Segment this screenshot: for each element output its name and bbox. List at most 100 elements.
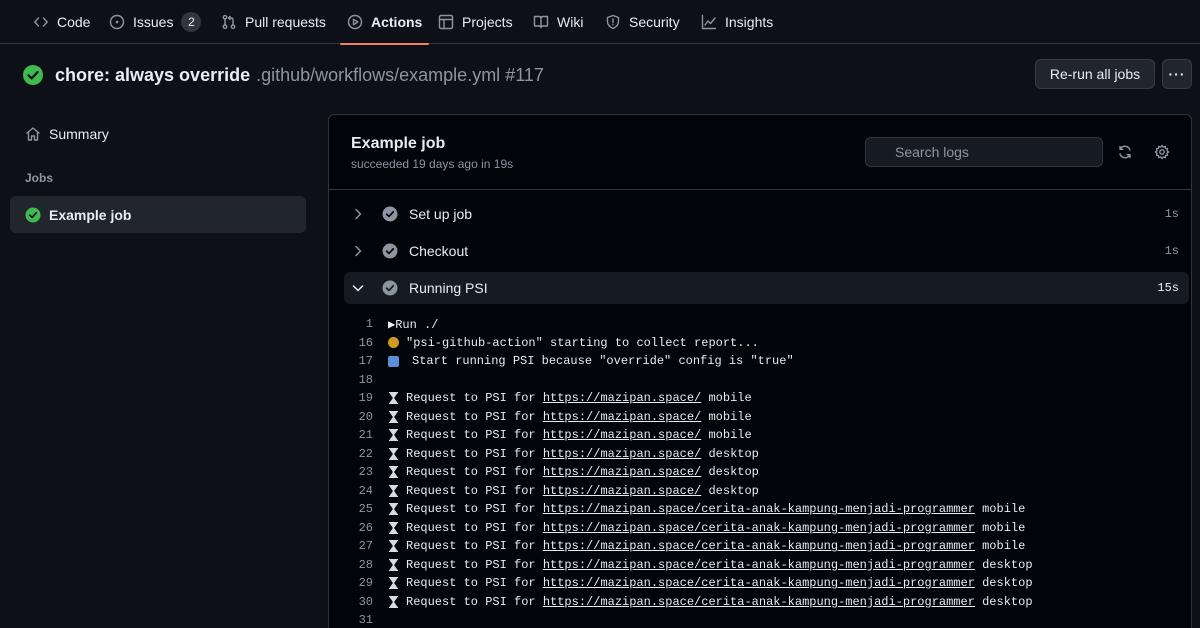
log-device: desktop bbox=[982, 557, 1033, 572]
log-link[interactable]: https://mazipan.space/cerita-anak-kampun… bbox=[543, 521, 975, 535]
step-running-psi[interactable]: Running PSI 15s bbox=[344, 272, 1189, 304]
code-icon bbox=[34, 17, 48, 27]
log-device: desktop bbox=[708, 483, 759, 498]
emoji-icon bbox=[388, 337, 399, 349]
log-line-number[interactable]: 1 bbox=[329, 317, 388, 331]
log-device: desktop bbox=[982, 594, 1033, 609]
play-icon bbox=[347, 14, 363, 30]
log-line-number[interactable]: 22 bbox=[329, 447, 388, 461]
log-line-number[interactable]: 26 bbox=[329, 521, 388, 535]
log-link[interactable]: https://mazipan.space/ bbox=[543, 428, 701, 442]
hourglass-icon bbox=[389, 466, 398, 479]
tab-actions-label: Actions bbox=[371, 14, 423, 30]
hourglass-icon bbox=[389, 521, 398, 534]
log-line: 16 "psi-github-action" starting to colle… bbox=[329, 334, 1191, 353]
log-line-number[interactable]: 19 bbox=[329, 391, 388, 405]
check-circle-fill-icon bbox=[23, 65, 43, 85]
sidebar-summary-label: Summary bbox=[49, 126, 109, 142]
log-line-number[interactable]: 23 bbox=[329, 465, 388, 479]
shield-icon bbox=[606, 14, 620, 30]
log-link[interactable]: https://mazipan.space/ bbox=[543, 410, 701, 424]
log-link[interactable]: https://mazipan.space/cerita-anak-kampun… bbox=[543, 576, 975, 590]
log-device: mobile bbox=[708, 409, 752, 424]
log-device: mobile bbox=[982, 520, 1026, 535]
log-request-prefix: Request to PSI for bbox=[406, 520, 536, 535]
log-line-number[interactable]: 17 bbox=[329, 354, 388, 368]
log-line: 31 bbox=[329, 611, 1191, 628]
log-link[interactable]: https://mazipan.space/cerita-anak-kampun… bbox=[543, 539, 975, 553]
log-line: 23 Request to PSI for https://mazipan.spa… bbox=[329, 463, 1191, 482]
log-link[interactable]: https://mazipan.space/ bbox=[543, 484, 701, 498]
tab-projects-label: Projects bbox=[462, 14, 513, 30]
log-line-number[interactable]: 24 bbox=[329, 484, 388, 498]
log-request-prefix: Request to PSI for bbox=[406, 557, 536, 572]
issue-icon bbox=[109, 14, 125, 30]
hourglass-icon bbox=[389, 447, 398, 460]
step-checkout[interactable]: Checkout 1s bbox=[344, 235, 1189, 267]
hourglass-icon bbox=[389, 577, 398, 590]
tab-actions[interactable]: Actions bbox=[339, 0, 430, 45]
step-set-up-job[interactable]: Set up job 1s bbox=[344, 198, 1189, 230]
sidebar-item-example-job[interactable]: Example job bbox=[10, 196, 306, 233]
hourglass-icon bbox=[389, 540, 398, 553]
sync-icon bbox=[1119, 145, 1131, 159]
log-line-number[interactable]: 27 bbox=[329, 539, 388, 553]
log-output: 1 ▶Run ./ 16 "psi-github-action" startin… bbox=[329, 315, 1191, 628]
tab-issues-label: Issues bbox=[133, 14, 174, 30]
step-label: Set up job bbox=[409, 206, 473, 222]
sidebar-jobs-heading: Jobs bbox=[25, 171, 54, 185]
log-line: 17 Start running PSI because "override" … bbox=[329, 352, 1191, 371]
repo-nav: Code Issues 2 Pull requests Actions Proj… bbox=[0, 0, 1200, 45]
run-number: #117 bbox=[505, 64, 544, 85]
sidebar-job-label: Example job bbox=[49, 206, 132, 223]
tab-pull-requests[interactable]: Pull requests bbox=[221, 0, 326, 44]
sidebar-item-summary[interactable]: Summary bbox=[10, 118, 306, 150]
log-request-prefix: Request to PSI for bbox=[406, 409, 536, 424]
log-request-prefix: Request to PSI for bbox=[406, 446, 536, 461]
more-options-button[interactable]: ··· bbox=[1162, 59, 1192, 89]
log-link[interactable]: https://mazipan.space/ bbox=[543, 447, 701, 461]
log-line-number[interactable]: 25 bbox=[329, 502, 388, 516]
workflow-path[interactable]: .github/workflows/example.yml bbox=[256, 65, 500, 86]
log-run-command[interactable]: ▶Run ./ bbox=[388, 317, 438, 332]
log-request-prefix: Request to PSI for bbox=[406, 483, 536, 498]
search-logs-input[interactable] bbox=[865, 137, 1103, 167]
log-line: 26 Request to PSI for https://mazipan.spa… bbox=[329, 519, 1191, 538]
log-link[interactable]: https://mazipan.space/cerita-anak-kampun… bbox=[543, 502, 975, 516]
tab-wiki[interactable]: Wiki bbox=[533, 0, 583, 44]
log-device: mobile bbox=[708, 428, 752, 443]
hourglass-icon bbox=[389, 392, 398, 405]
log-link[interactable]: https://mazipan.space/cerita-anak-kampun… bbox=[543, 558, 975, 572]
log-link[interactable]: https://mazipan.space/cerita-anak-kampun… bbox=[543, 595, 975, 609]
tab-code[interactable]: Code bbox=[33, 0, 90, 44]
tab-wiki-label: Wiki bbox=[557, 14, 584, 30]
log-request-prefix: Request to PSI for bbox=[406, 539, 536, 554]
log-text: "psi-github-action" starting to collect … bbox=[406, 335, 759, 350]
log-link[interactable]: https://mazipan.space/ bbox=[543, 391, 701, 405]
log-line-number[interactable]: 16 bbox=[329, 336, 388, 350]
log-settings-button[interactable] bbox=[1150, 140, 1174, 164]
tab-projects[interactable]: Projects bbox=[438, 0, 513, 44]
log-request-prefix: Request to PSI for bbox=[406, 465, 536, 480]
log-line-number[interactable]: 31 bbox=[329, 613, 388, 627]
step-duration: 1s bbox=[1164, 244, 1179, 258]
refresh-button[interactable] bbox=[1113, 140, 1137, 164]
log-line-number[interactable]: 18 bbox=[329, 373, 388, 387]
log-line-number[interactable]: 28 bbox=[329, 558, 388, 572]
panel-divider bbox=[329, 189, 1191, 190]
log-line-number[interactable]: 21 bbox=[329, 428, 388, 442]
tab-issues[interactable]: Issues 2 bbox=[109, 0, 202, 44]
tab-security[interactable]: Security bbox=[605, 0, 680, 44]
chevron-down-icon bbox=[352, 285, 364, 292]
table-icon bbox=[438, 14, 454, 30]
tab-insights[interactable]: Insights bbox=[701, 0, 773, 44]
log-line-number[interactable]: 30 bbox=[329, 595, 388, 609]
home-icon bbox=[26, 127, 40, 141]
rerun-all-jobs-button[interactable]: Re-run all jobs bbox=[1035, 59, 1155, 89]
log-line-number[interactable]: 20 bbox=[329, 410, 388, 424]
log-link[interactable]: https://mazipan.space/ bbox=[543, 465, 701, 479]
log-line: 1 ▶Run ./ bbox=[329, 315, 1191, 334]
log-line-number[interactable]: 29 bbox=[329, 576, 388, 590]
hourglass-icon bbox=[389, 595, 398, 608]
tab-code-label: Code bbox=[57, 14, 91, 30]
